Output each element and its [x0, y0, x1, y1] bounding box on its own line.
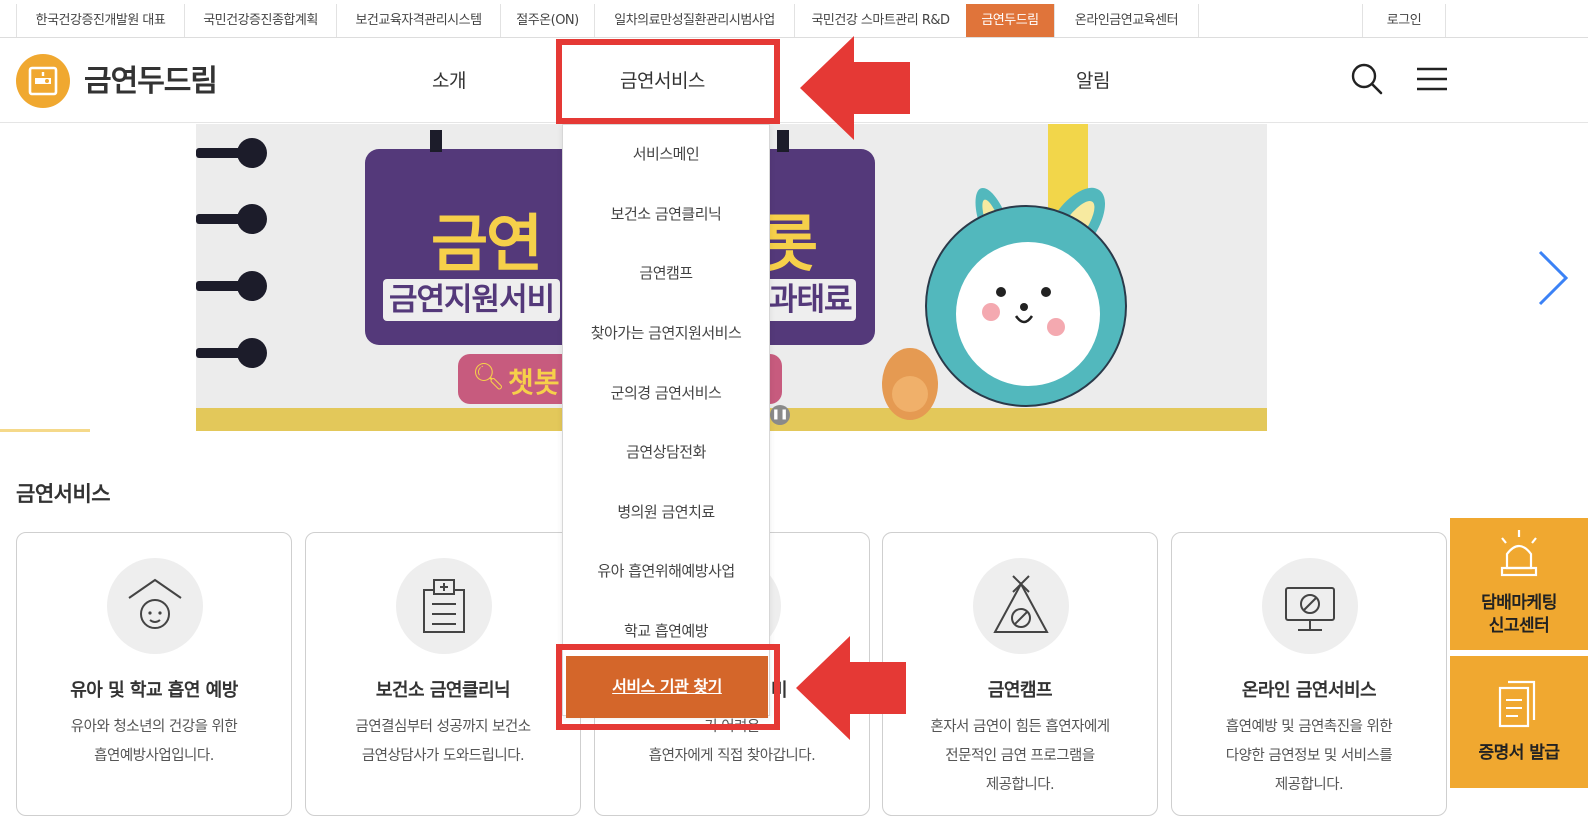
- dropdown-item-military[interactable]: 군의경 금연서비스: [563, 382, 769, 403]
- dropdown-item-school[interactable]: 학교 흡연예방: [563, 620, 769, 641]
- banner-progress: [0, 429, 90, 432]
- util-spacer: [1198, 4, 1362, 37]
- service-dropdown: 서비스메인 보건소 금연클리닉 금연캠프 찾아가는 금연지원서비스 군의경 금연…: [562, 124, 770, 716]
- banner-subline-right: 과태료: [765, 279, 856, 321]
- card-desc: 흡연예방 및 금연촉진을 위한 다양한 금연정보 및 서비스를 제공합니다.: [1225, 719, 1393, 793]
- dropdown-item-clinic[interactable]: 보건소 금연클리닉: [563, 203, 769, 224]
- card-title: 금연캠프: [987, 680, 1053, 701]
- annotation-box-find: [556, 644, 780, 730]
- banner-headline: 금연: [431, 207, 543, 280]
- section-title: 금연서비스: [16, 482, 111, 506]
- site-header: 금연두드림 소개 알림: [0, 38, 1588, 123]
- util-link-online-edu[interactable]: 온라인금연교육센터: [1054, 4, 1198, 37]
- card-title: 보건소 금연클리닉: [375, 680, 511, 701]
- nav-service[interactable]: 금연서비스: [620, 66, 705, 93]
- banner-subline-left: 금연지원서비: [383, 279, 561, 321]
- document-icon: [1498, 680, 1536, 728]
- card-title: 유아 및 학교 흡연 예방: [70, 680, 238, 701]
- card-clinic[interactable]: 보건소 금연클리닉 금연결심부터 성공까지 보건소 금연상담사가 도와드립니다.: [305, 532, 581, 816]
- tent-icon: [973, 558, 1069, 654]
- nav-intro[interactable]: 소개: [432, 66, 466, 93]
- util-link-jeoljuon[interactable]: 절주온(ON): [500, 4, 594, 37]
- dropdown-item-quitline[interactable]: 금연상담전화: [563, 441, 769, 462]
- bunny-mascot-icon: [882, 187, 1127, 420]
- sign-hook: [430, 130, 442, 152]
- util-link-smart-rd[interactable]: 국민건강 스마트관리 R&D: [794, 4, 966, 37]
- dropdown-item-camp[interactable]: 금연캠프: [563, 262, 769, 283]
- dropdown-item-service-main[interactable]: 서비스메인: [563, 143, 769, 164]
- card-title: 온라인 금연서비스: [1241, 680, 1377, 701]
- card-desc: 금연결심부터 성공까지 보건소 금연상담사가 도와드립니다.: [355, 719, 531, 764]
- utility-bar: 한국건강증진개발원 대표 국민건강증진종합계획 보건교육자격관리시스템 절주온(…: [0, 0, 1588, 38]
- siren-icon: [1500, 530, 1538, 577]
- util-link-khepi[interactable]: 한국건강증진개발원 대표: [16, 4, 184, 37]
- menu-icon[interactable]: [1416, 66, 1448, 96]
- hospital-icon: [396, 558, 492, 654]
- pause-icon[interactable]: ❚❚: [770, 405, 790, 425]
- certificate-button[interactable]: 증명서 발급: [1450, 656, 1588, 788]
- card-online-service[interactable]: 온라인 금연서비스 흡연예방 및 금연촉진을 위한 다양한 금연정보 및 서비스…: [1171, 532, 1447, 816]
- next-slide-icon[interactable]: [1536, 248, 1570, 312]
- certificate-label: 증명서 발급: [1478, 743, 1560, 763]
- sign-hook: [777, 130, 789, 152]
- util-link-nosmoke[interactable]: 금연두드림: [966, 4, 1054, 37]
- dropdown-item-infant[interactable]: 유아 흡연위해예방사업: [563, 560, 769, 581]
- dropdown-item-hospital[interactable]: 병의원 금연치료: [563, 501, 769, 522]
- card-school-prevention[interactable]: 유아 및 학교 흡연 예방 유아와 청소년의 건강을 위한 흡연예방사업입니다.: [16, 532, 292, 816]
- card-camp[interactable]: 금연캠프 혼자서 금연이 힘든 흡연자에게 전문적인 금연 프로그램을 제공합니…: [882, 532, 1158, 816]
- util-link-health-plan[interactable]: 국민건강증진종합계획: [184, 4, 336, 37]
- logo-icon[interactable]: [16, 54, 70, 108]
- monitor-icon: [1262, 558, 1358, 654]
- chatbot-label: 챗봇: [508, 366, 560, 399]
- util-link-edu-system[interactable]: 보건교육자격관리시스템: [336, 4, 500, 37]
- annotation-arrow-icon: [800, 36, 910, 140]
- dropdown-item-visiting[interactable]: 찾아가는 금연지원서비스: [563, 322, 769, 343]
- logo-text[interactable]: 금연두드림: [84, 56, 218, 100]
- card-desc: 혼자서 금연이 힘든 흡연자에게 전문적인 금연 프로그램을 제공합니다.: [930, 719, 1110, 793]
- tobacco-report-label: 담배마케팅 신고센터: [1481, 593, 1557, 636]
- util-link-primary-care[interactable]: 일차의료만성질환관리시범사업: [594, 4, 794, 37]
- search-icon[interactable]: [1350, 62, 1384, 100]
- login-link[interactable]: 로그인: [1362, 4, 1446, 37]
- tobacco-report-button[interactable]: 담배마케팅 신고센터: [1450, 518, 1588, 650]
- annotation-arrow-icon: [796, 636, 906, 740]
- magnifier-icon: 🔍︎: [472, 362, 506, 392]
- nav-notice[interactable]: 알림: [1076, 66, 1110, 93]
- card-desc: 유아와 청소년의 건강을 위한 흡연예방사업입니다.: [70, 719, 238, 764]
- children-icon: [107, 558, 203, 654]
- notebook-rings: [196, 138, 267, 368]
